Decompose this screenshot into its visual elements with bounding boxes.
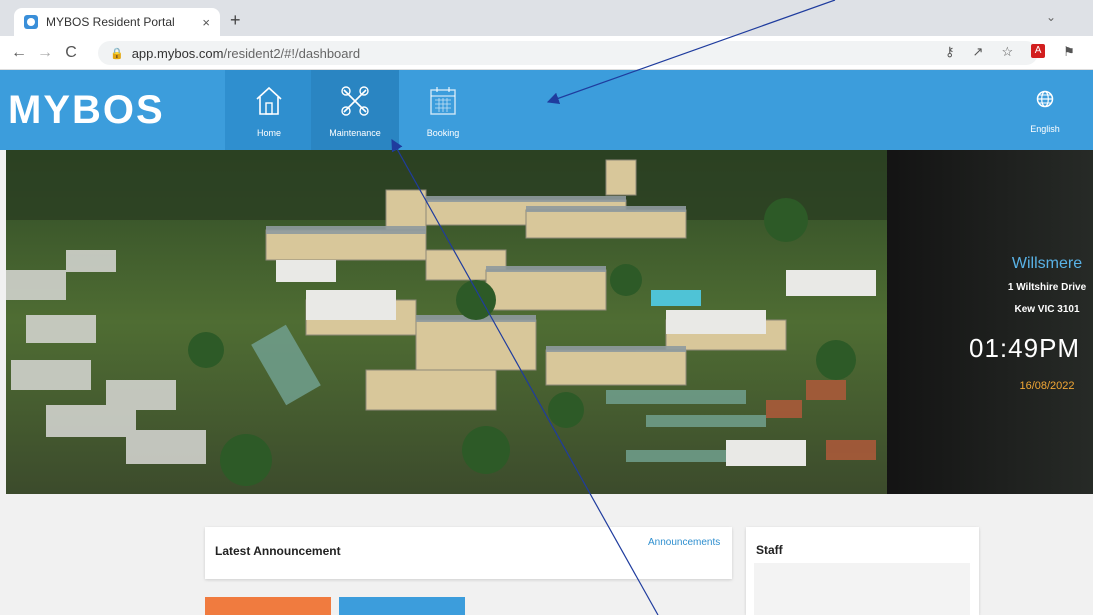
tools-icon [341,86,369,116]
nav-booking[interactable]: Booking [399,70,487,150]
url-field[interactable]: 🔒 app.mybos.com/resident2/#!/dashboard [98,41,1038,65]
app-header: MYBOS Home Maintenance Booking English [0,70,1093,150]
building-info-panel: Willsmere 1 Wiltshire Drive Kew VIC 3101… [887,150,1093,494]
staff-list-area [754,563,970,615]
building-hero-image [6,150,887,494]
mybos-favicon-icon [24,15,38,29]
tab-close-icon[interactable]: × [202,15,210,30]
share-icon[interactable]: ↗ [973,44,984,60]
globe-icon [1036,90,1054,108]
announcements-link[interactable]: Announcements [648,537,720,548]
browser-tab-strip: MYBOS Resident Portal × + ⌄ [0,0,1093,36]
quick-action-tile-blue[interactable] [339,597,465,615]
url-path: /resident2/#!/dashboard [223,45,361,61]
address-bar-actions: ⚷ ↗ ☆ A ⚑ [945,44,1075,60]
language-label: English [1030,124,1060,134]
building-address-line2: Kew VIC 3101 [1014,304,1080,315]
nav-maintenance[interactable]: Maintenance [311,70,399,150]
home-icon [256,86,282,115]
current-time: 01:49PM [969,333,1081,363]
info-panel-overlay [887,150,1093,494]
language-selector[interactable]: English [1005,70,1085,150]
tab-title: MYBOS Resident Portal [46,15,175,29]
calendar-icon [430,87,456,115]
current-date: 16/08/2022 [1019,380,1075,392]
staff-title: Staff [756,543,783,557]
reload-icon[interactable]: C [58,44,84,62]
building-address-line1: 1 Wiltshire Drive [1007,282,1087,293]
pdf-extension-icon[interactable]: A [1031,44,1046,58]
star-icon[interactable]: ☆ [1001,44,1013,60]
quick-action-tile-orange[interactable] [205,597,331,615]
lock-icon: 🔒 [110,47,124,60]
latest-announcement-title: Latest Announcement [215,544,341,558]
nav-home[interactable]: Home [225,70,313,150]
tab-search-icon[interactable]: ⌄ [1046,10,1056,24]
url-text: app.mybos.com/resident2/#!/dashboard [132,46,360,61]
browser-tab[interactable]: MYBOS Resident Portal × [14,8,220,36]
aerial-photo [6,150,887,494]
address-bar: ← → C 🔒 app.mybos.com/resident2/#!/dashb… [0,36,1093,70]
url-host: app.mybos.com [131,45,224,61]
nav-booking-label: Booking [426,128,460,138]
nav-home-label: Home [256,128,281,138]
extensions-icon[interactable]: ⚑ [1063,44,1075,60]
building-name: Willsmere [1011,255,1083,272]
forward-icon[interactable]: → [32,44,58,62]
page: MYBOS Resident Portal × + ⌄ ← → C 🔒 app.… [0,0,1093,615]
latest-announcement-card: Latest Announcement Announcements [205,527,732,579]
key-icon[interactable]: ⚷ [945,44,955,60]
staff-card: Staff [746,527,979,615]
nav-maintenance-label: Maintenance [329,128,381,138]
mybos-logo[interactable]: MYBOS [8,88,165,133]
back-icon[interactable]: ← [6,44,32,62]
new-tab-button[interactable]: + [230,10,241,31]
